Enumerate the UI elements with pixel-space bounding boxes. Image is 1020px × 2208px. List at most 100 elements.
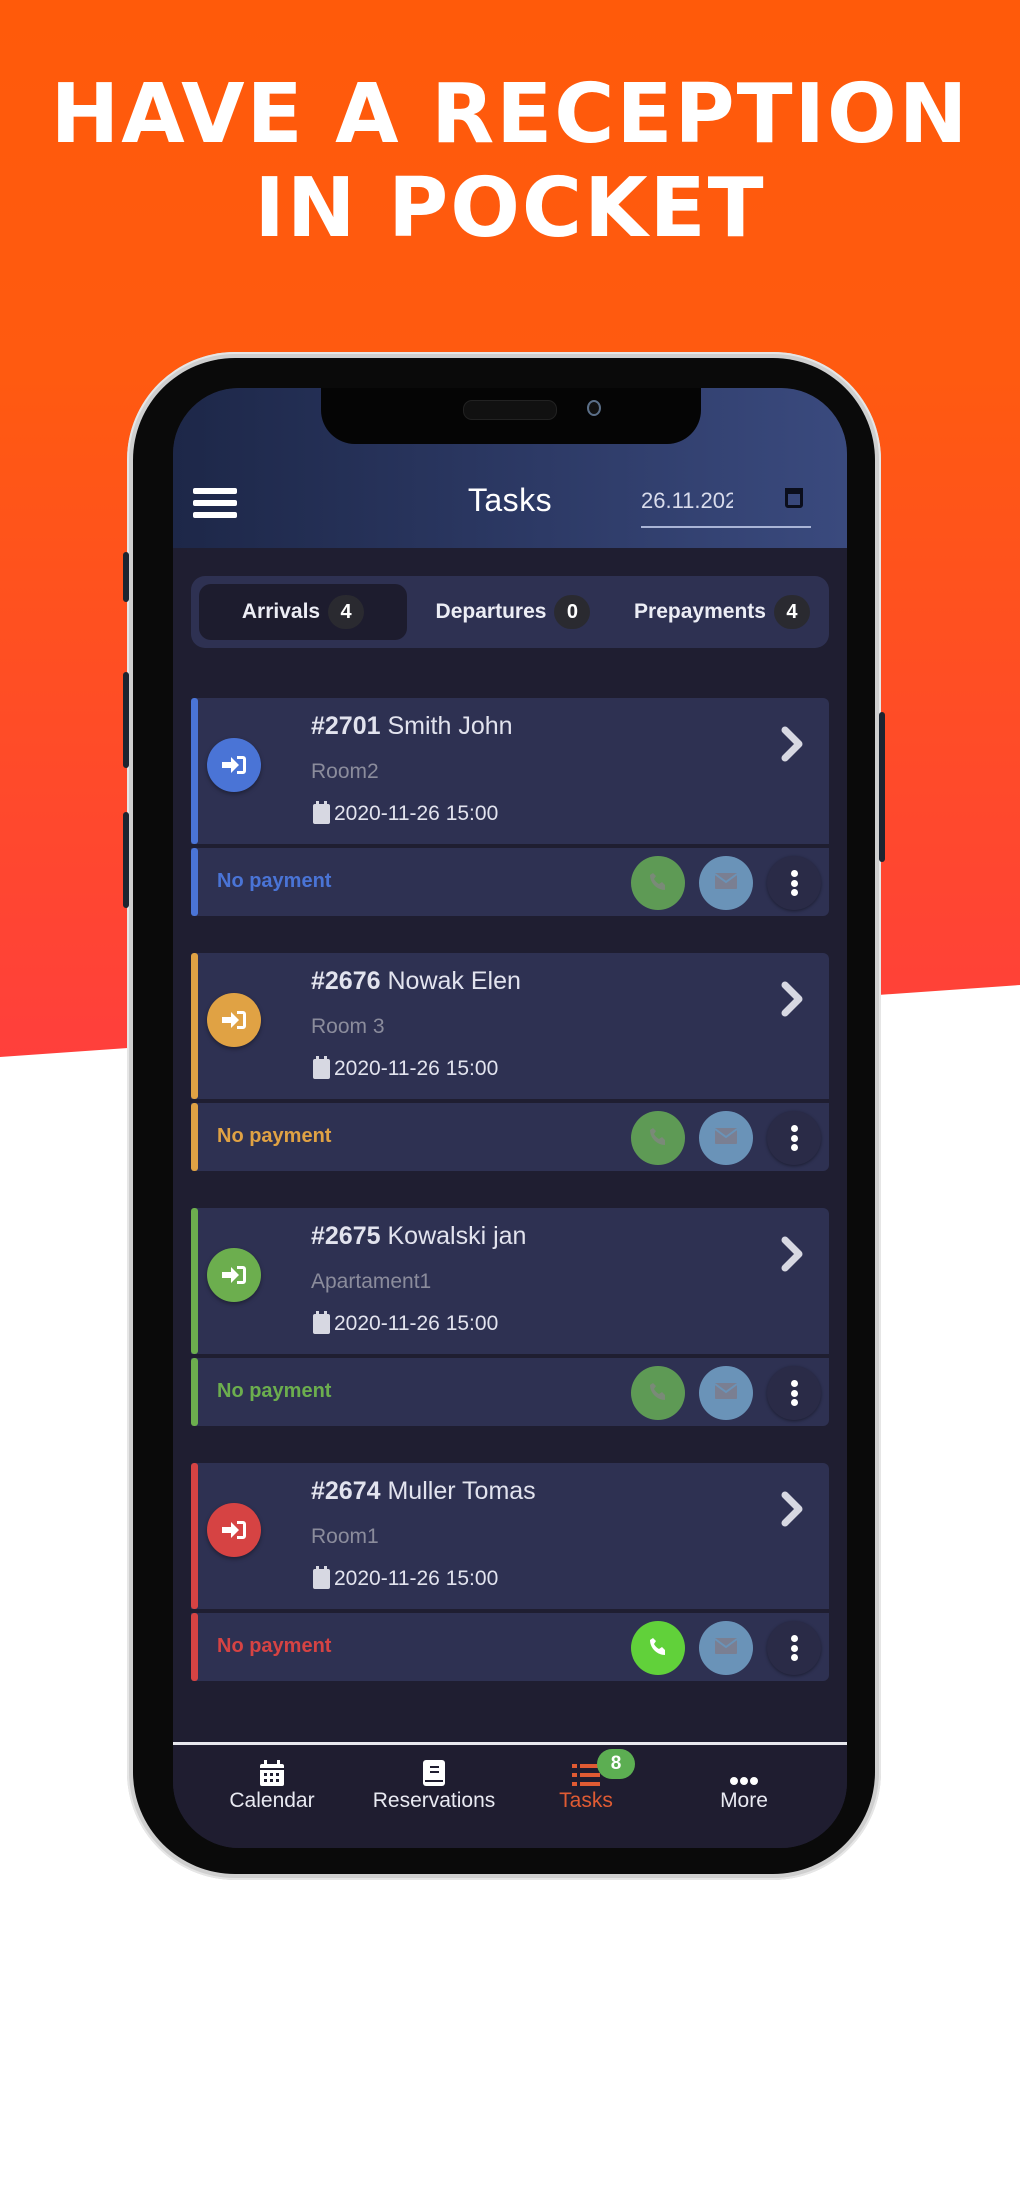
reservation-card[interactable]: #2675 Kowalski jan Apartament1 2020-11-26 … (191, 1208, 829, 1426)
nav-label: More (720, 1789, 768, 1812)
email-button[interactable] (699, 1621, 753, 1675)
call-button[interactable] (631, 1366, 685, 1420)
status-stripe (191, 1103, 198, 1171)
chevron-right-icon[interactable] (775, 979, 811, 1019)
tab-count-badge: 0 (554, 595, 591, 629)
headline-line-2: IN POCKET (254, 161, 766, 256)
call-button[interactable] (631, 1621, 685, 1675)
sign-in-icon (207, 1248, 261, 1302)
date-picker-field[interactable]: 26.11.2020 (641, 482, 811, 528)
phone-icon (646, 869, 670, 898)
chevron-right-icon[interactable] (775, 1234, 811, 1274)
datetime-value: 2020-11-26 15:00 (334, 802, 499, 825)
vertical-dots-icon (790, 870, 798, 896)
phone-volume-up (123, 672, 129, 768)
payment-status: No payment (217, 1125, 332, 1147)
nav-label: Tasks (559, 1789, 613, 1812)
nav-calendar[interactable]: Calendar (197, 1759, 347, 1813)
email-button[interactable] (699, 1111, 753, 1165)
nav-label: Calendar (229, 1789, 315, 1812)
guest-name: Kowalski jan (387, 1222, 527, 1250)
task-list-icon (511, 1759, 661, 1787)
calendar-icon (313, 1311, 330, 1334)
date-value[interactable]: 26.11.2020 (641, 488, 733, 514)
envelope-icon (714, 1126, 738, 1151)
speaker-grille (463, 400, 557, 420)
card-details[interactable]: #2675 Kowalski jan Apartament1 2020-11-26 … (191, 1208, 829, 1354)
phone-silent-switch (123, 552, 129, 602)
reservation-number: #2674 (311, 1477, 381, 1505)
nav-reservations[interactable]: Reservations (359, 1759, 509, 1813)
phone-screen: Tasks 26.11.2020 Arrivals 4 Departures 0 (173, 388, 847, 1848)
card-actions: No payment (191, 848, 829, 916)
task-tabs: Arrivals 4 Departures 0 Prepayments 4 (191, 576, 829, 648)
arrival-datetime: 2020-11-26 15:00 (313, 801, 499, 826)
sign-in-icon (207, 993, 261, 1047)
tab-count-badge: 4 (773, 595, 810, 629)
more-dots-icon (669, 1759, 819, 1787)
calendar-icon[interactable] (785, 488, 803, 508)
card-details[interactable]: #2701 Smith John Room2 2020-11-26 15:00 (191, 698, 829, 844)
status-stripe (191, 1208, 198, 1354)
phone-power-button (879, 712, 885, 862)
envelope-icon (714, 1381, 738, 1406)
promo-headline: HAVE A RECEPTION IN POCKET (0, 68, 1020, 256)
calendar-icon (313, 1566, 330, 1589)
reservation-number: #2676 (311, 967, 381, 995)
status-stripe (191, 848, 198, 916)
status-stripe (191, 1613, 198, 1681)
reservation-card[interactable]: #2701 Smith John Room2 2020-11-26 15:00 No … (191, 698, 829, 916)
vertical-dots-icon (790, 1635, 798, 1661)
phone-mockup: Tasks 26.11.2020 Arrivals 4 Departures 0 (123, 352, 885, 1880)
phone-notch (321, 388, 701, 444)
call-button[interactable] (631, 856, 685, 910)
headline-line-1: HAVE A RECEPTION (50, 67, 970, 162)
front-camera (587, 400, 601, 416)
card-details[interactable]: #2674 Muller Tomas Room1 2020-11-26 15:00 (191, 1463, 829, 1609)
vertical-dots-icon (790, 1125, 798, 1151)
card-details[interactable]: #2676 Nowak Elen Room 3 2020-11-26 15:00 (191, 953, 829, 1099)
sign-in-icon (207, 1503, 261, 1557)
status-stripe (191, 953, 198, 1099)
arrival-datetime: 2020-11-26 15:00 (313, 1056, 499, 1081)
more-options-button[interactable] (767, 1621, 821, 1675)
reservation-card[interactable]: #2674 Muller Tomas Room1 2020-11-26 15:00 N… (191, 1463, 829, 1681)
chevron-right-icon[interactable] (775, 724, 811, 764)
arrival-datetime: 2020-11-26 15:00 (313, 1566, 499, 1591)
payment-status: No payment (217, 1380, 332, 1402)
email-button[interactable] (699, 856, 753, 910)
datetime-value: 2020-11-26 15:00 (334, 1567, 499, 1590)
nav-tasks[interactable]: Tasks 8 (511, 1749, 661, 1813)
reservation-number: #2675 (311, 1222, 381, 1250)
tab-label: Departures (435, 600, 547, 623)
room-name: Apartament1 (311, 1270, 432, 1293)
call-button[interactable] (631, 1111, 685, 1165)
tab-prepayments[interactable]: Prepayments 4 (617, 584, 827, 640)
more-options-button[interactable] (767, 1366, 821, 1420)
chevron-right-icon[interactable] (775, 1489, 811, 1529)
tab-departures[interactable]: Departures 0 (409, 584, 617, 640)
more-options-button[interactable] (767, 1111, 821, 1165)
reservation-number: #2701 (311, 712, 381, 740)
room-name: Room2 (311, 760, 379, 783)
vertical-dots-icon (790, 1380, 798, 1406)
email-button[interactable] (699, 1366, 753, 1420)
reservation-card[interactable]: #2676 Nowak Elen Room 3 2020-11-26 15:00 No… (191, 953, 829, 1171)
datetime-value: 2020-11-26 15:00 (334, 1057, 499, 1080)
nav-more[interactable]: More (669, 1759, 819, 1813)
status-stripe (191, 1463, 198, 1609)
phone-icon (646, 1124, 670, 1153)
more-options-button[interactable] (767, 856, 821, 910)
datetime-value: 2020-11-26 15:00 (334, 1312, 499, 1335)
tasks-content: Arrivals 4 Departures 0 Prepayments 4 #2… (173, 548, 847, 1742)
guest-name: Smith John (387, 712, 513, 740)
calendar-icon (197, 1759, 347, 1787)
payment-status: No payment (217, 1635, 332, 1657)
status-stripe (191, 1358, 198, 1426)
room-name: Room1 (311, 1525, 379, 1548)
sign-in-icon (207, 738, 261, 792)
guest-title: #2676 Nowak Elen (311, 967, 521, 996)
envelope-icon (714, 1636, 738, 1661)
envelope-icon (714, 871, 738, 896)
tab-arrivals[interactable]: Arrivals 4 (199, 584, 407, 640)
